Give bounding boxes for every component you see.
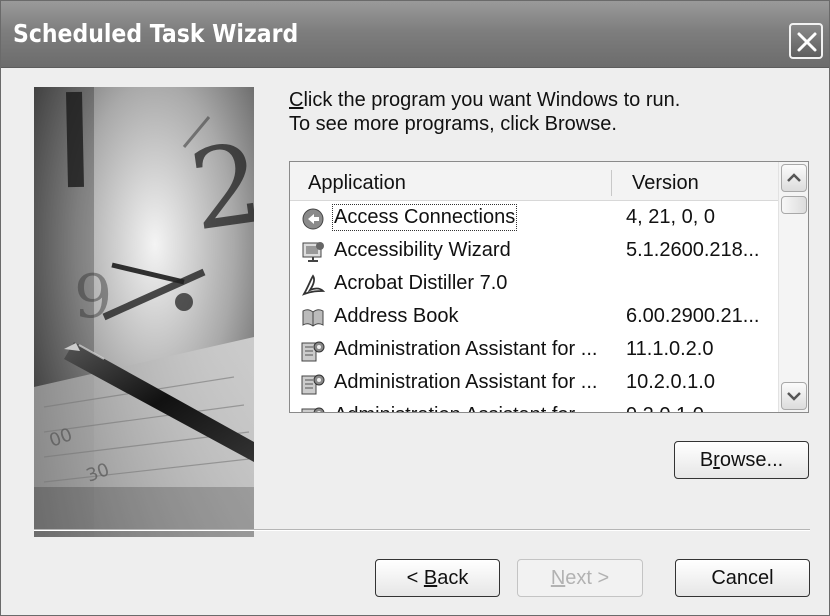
application-name: Access Connections	[331, 204, 518, 231]
list-item[interactable]: Administration Assistant for ... 11.1.0.…	[290, 334, 778, 367]
list-item[interactable]: Administration Assistant for ... 10.2.0.…	[290, 367, 778, 400]
list-item[interactable]: Access Connections 4, 21, 0, 0	[290, 202, 778, 235]
list-item[interactable]: Address Book 6.00.2900.21...	[290, 301, 778, 334]
wizard-side-image: 2 9 00 30	[34, 87, 254, 537]
back-access-key: B	[423, 567, 438, 589]
browse-label-end: owse...	[719, 449, 784, 471]
access-connections-icon	[302, 208, 324, 230]
application-name: Address Book	[334, 305, 459, 327]
close-button[interactable]	[789, 23, 823, 59]
application-name: Administration Assistant for ...	[334, 338, 598, 360]
column-header-application[interactable]: Application	[308, 162, 406, 200]
title-bar[interactable]: Scheduled Task Wizard	[1, 1, 829, 68]
column-separator[interactable]	[611, 170, 612, 196]
application-version: 4, 21, 0, 0	[626, 206, 715, 228]
administration-assistant-icon	[301, 374, 325, 395]
application-version: 5.1.2600.218...	[626, 239, 760, 261]
vertical-scrollbar[interactable]	[778, 162, 808, 412]
next-button[interactable]: Next >	[517, 559, 643, 597]
list-item[interactable]: Acrobat Distiller 7.0	[290, 268, 778, 301]
button-separator	[34, 529, 810, 531]
application-name: Acrobat Distiller 7.0	[334, 272, 508, 294]
application-version: 9.2.0.1.0	[626, 404, 704, 412]
scheduled-task-wizard-window: Scheduled Task Wizard 2 9 00 30 Click th…	[0, 0, 830, 616]
svg-text:9: 9	[74, 262, 112, 332]
back-label-start: <	[406, 567, 424, 589]
window-title: Scheduled Task Wizard	[13, 19, 299, 48]
scroll-thumb[interactable]	[781, 196, 807, 214]
next-label-end: ext >	[565, 567, 610, 589]
application-name: Administration Assistant for ...	[334, 404, 597, 412]
back-label-end: ack	[437, 567, 469, 589]
chevron-down-icon	[787, 392, 801, 401]
list-header: Application Version	[290, 162, 778, 201]
list-item[interactable]: Accessibility Wizard 5.1.2600.218...	[290, 235, 778, 268]
access-key-c: C	[289, 89, 304, 111]
browse-label-start: B	[699, 449, 714, 471]
scroll-down-button[interactable]	[781, 382, 807, 410]
back-button[interactable]: < Back	[375, 559, 500, 597]
close-icon	[797, 32, 817, 52]
list-item[interactable]: Administration Assistant for ... 9.2.0.1…	[290, 400, 778, 412]
instructions-text: Click the program you want Windows to ru…	[289, 88, 680, 136]
administration-assistant-icon	[301, 407, 325, 412]
instruction-line-1-text: lick the program you want Windows to run…	[303, 89, 681, 111]
instruction-line-1: Click the program you want Windows to ru…	[289, 88, 680, 112]
program-list[interactable]: Application Version Access Connections 4…	[289, 161, 809, 413]
acrobat-distiller-icon	[301, 274, 326, 296]
administration-assistant-icon	[301, 341, 325, 362]
clock-and-pen-illustration: 2 9 00 30	[34, 87, 254, 537]
browse-button[interactable]: Browse...	[674, 441, 809, 479]
list-rows: Access Connections 4, 21, 0, 0 Accessibi…	[290, 202, 778, 412]
cancel-button[interactable]: Cancel	[675, 559, 810, 597]
application-version: 10.2.0.1.0	[626, 371, 715, 393]
next-access-key: N	[550, 567, 566, 589]
accessibility-wizard-icon	[302, 242, 324, 262]
scroll-up-button[interactable]	[781, 164, 807, 192]
chevron-up-icon	[787, 173, 801, 182]
browse-access-key: r	[713, 449, 720, 471]
address-book-icon	[302, 309, 324, 327]
application-version: 6.00.2900.21...	[626, 305, 760, 327]
instruction-line-2: To see more programs, click Browse.	[289, 113, 617, 135]
application-version: 11.1.0.2.0	[626, 338, 714, 360]
column-header-version[interactable]: Version	[632, 162, 699, 200]
application-name: Accessibility Wizard	[334, 239, 511, 261]
application-name: Administration Assistant for ...	[334, 371, 598, 393]
